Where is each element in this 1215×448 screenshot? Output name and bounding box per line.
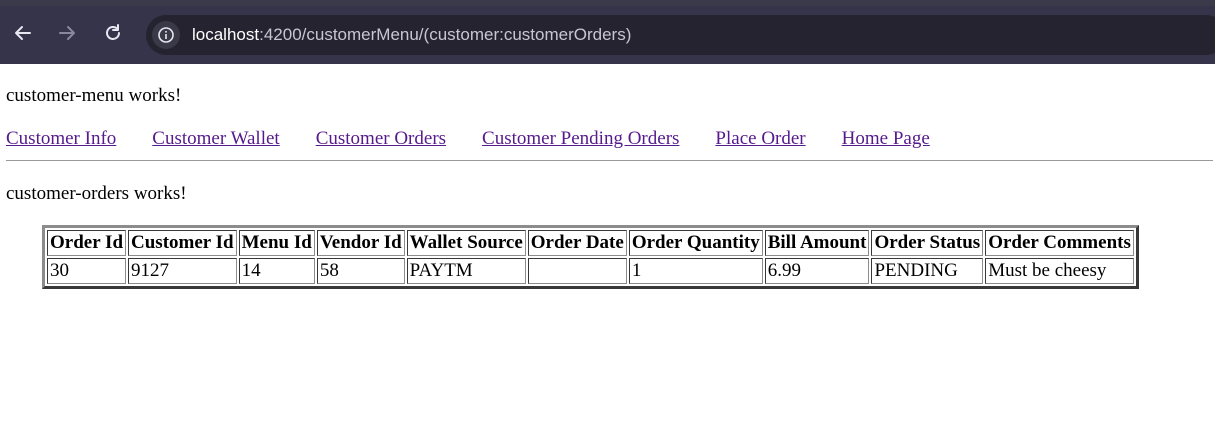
column-header-bill-amount: Bill Amount (764, 230, 870, 256)
reload-icon (106, 24, 120, 40)
column-header-order-date: Order Date (527, 230, 627, 256)
cell-order-date (527, 258, 627, 284)
reload-button[interactable] (96, 16, 130, 50)
address-bar[interactable]: localhost:4200/customerMenu/(customer:cu… (146, 15, 1215, 55)
cell-customer-id: 9127 (128, 258, 237, 284)
cell-menu-id: 14 (238, 258, 315, 284)
cell-vendor-id: 58 (316, 258, 405, 284)
orders-table: Order Id Customer Id Menu Id Vendor Id W… (42, 225, 1139, 289)
nav-link-place-order[interactable]: Place Order (715, 128, 805, 149)
column-header-order-quantity: Order Quantity (628, 230, 763, 256)
nav-link-home-page[interactable]: Home Page (842, 128, 930, 149)
column-header-order-status: Order Status (871, 230, 984, 256)
customer-orders-heading: customer-orders works! (6, 183, 187, 204)
column-header-menu-id: Menu Id (238, 230, 315, 256)
column-header-wallet-source: Wallet Source (406, 230, 526, 256)
nav-link-customer-wallet[interactable]: Customer Wallet (152, 128, 279, 149)
table-header-row: Order Id Customer Id Menu Id Vendor Id W… (47, 230, 1134, 256)
cell-order-quantity: 1 (628, 258, 763, 284)
customer-nav: Customer Info Customer Wallet Customer Ord… (6, 128, 930, 150)
column-header-order-comments: Order Comments (985, 230, 1134, 256)
url-host: localhost (192, 25, 260, 44)
nav-link-customer-info[interactable]: Customer Info (6, 128, 116, 149)
back-button[interactable] (6, 16, 40, 50)
cell-wallet-source: PAYTM (406, 258, 526, 284)
column-header-customer-id: Customer Id (128, 230, 237, 256)
url-text: localhost:4200/customerMenu/(customer:cu… (192, 25, 631, 45)
column-header-vendor-id: Vendor Id (316, 230, 405, 256)
arrow-right-icon (59, 26, 75, 40)
cell-bill-amount: 6.99 (764, 258, 870, 284)
cell-order-status: PENDING (871, 258, 984, 284)
customer-menu-heading: customer-menu works! (6, 85, 182, 106)
browser-navigation-bar: localhost:4200/customerMenu/(customer:cu… (0, 6, 1215, 64)
browser-toolbar: localhost:4200/customerMenu/(customer:cu… (0, 0, 1215, 64)
url-path: :4200/customerMenu/(customer:customerOrd… (259, 25, 632, 44)
cell-order-id: 30 (47, 258, 127, 284)
nav-link-customer-pending-orders[interactable]: Customer Pending Orders (482, 128, 679, 149)
forward-button[interactable] (50, 16, 84, 50)
info-icon (158, 27, 174, 43)
site-info-button[interactable] (152, 21, 180, 49)
nav-link-customer-orders[interactable]: Customer Orders (316, 128, 446, 149)
table-row: 30 9127 14 58 PAYTM 1 6.99 PENDING Must … (47, 258, 1134, 284)
arrow-left-icon (15, 26, 31, 40)
cell-order-comments: Must be cheesy (985, 258, 1134, 284)
divider (6, 160, 1213, 161)
column-header-order-id: Order Id (47, 230, 127, 256)
